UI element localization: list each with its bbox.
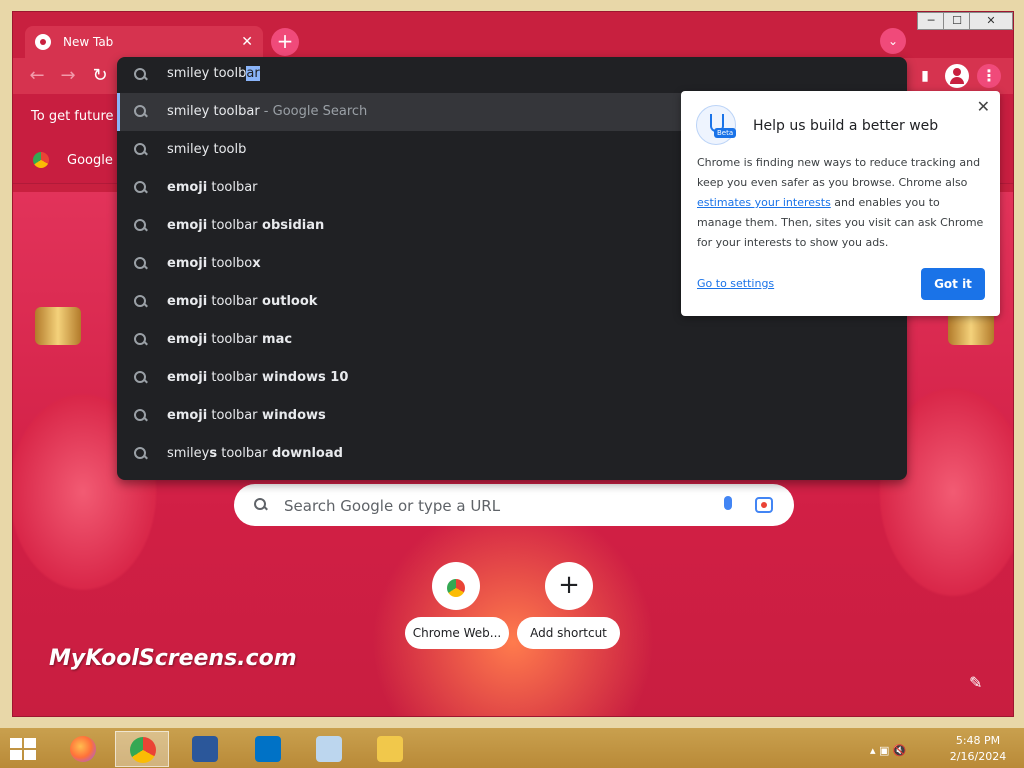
got-it-button[interactable]: Got it — [921, 268, 985, 300]
suggestion-item[interactable]: emoji toolbar mac — [117, 321, 907, 359]
shortcut-chrome-web-store[interactable] — [432, 562, 480, 610]
add-shortcut-button[interactable]: + — [545, 562, 593, 610]
search-icon — [134, 371, 148, 385]
forward-button[interactable]: → — [56, 64, 80, 88]
watermark: MyKoolScreens.com — [49, 646, 297, 671]
search-icon — [134, 181, 148, 195]
suggestion-item[interactable]: smileys toolbar download — [117, 435, 907, 473]
tray-expand-icon[interactable]: ▴ — [870, 744, 876, 757]
suggestion-item[interactable]: emoji toolbar windows — [117, 397, 907, 435]
close-icon[interactable]: ✕ — [977, 97, 990, 116]
popup-body: Chrome is finding new ways to reduce tra… — [697, 156, 984, 249]
tab-strip: New Tab ✕ + ⌄ ─ ☐ ✕ — [13, 12, 1013, 58]
chrome-icon — [35, 34, 51, 50]
menu-button[interactable]: ⋮ — [977, 64, 1001, 88]
side-panel-icon[interactable]: ▮ — [913, 64, 937, 88]
search-icon — [134, 333, 148, 347]
tab-close-icon[interactable]: ✕ — [241, 34, 253, 50]
camera-lens-icon[interactable] — [755, 497, 773, 513]
ornament-left — [35, 307, 81, 345]
customize-pencil-icon[interactable]: ✎ — [969, 673, 982, 692]
word-icon[interactable] — [178, 731, 232, 767]
beta-tag: Beta — [714, 128, 737, 138]
microphone-icon[interactable] — [724, 496, 732, 510]
search-icon — [134, 219, 148, 233]
clock[interactable]: 5:48 PM 2/16/2024 — [940, 733, 1016, 765]
clock-time: 5:48 PM — [955, 734, 1001, 747]
ntp-search-box[interactable]: Search Google or type a URL — [234, 484, 794, 526]
search-icon — [134, 68, 148, 82]
bookmark-item[interactable]: Google C — [33, 152, 126, 168]
tab-title: New Tab — [63, 35, 114, 49]
new-tab-button[interactable]: + — [271, 28, 299, 56]
tab-new-tab[interactable]: New Tab ✕ — [25, 26, 263, 58]
search-icon — [134, 105, 148, 119]
privacy-popup: ✕ Beta Help us build a better web Chrome… — [681, 91, 1000, 316]
file-explorer-icon[interactable] — [363, 731, 417, 767]
search-placeholder: Search Google or type a URL — [284, 497, 501, 515]
beta-flask-icon: Beta — [696, 105, 737, 145]
reload-button[interactable]: ↻ — [88, 64, 112, 88]
outlook-icon[interactable] — [241, 731, 295, 767]
estimates-link[interactable]: estimates your interests — [697, 196, 831, 209]
search-icon — [134, 447, 148, 461]
photo-viewer-icon[interactable] — [302, 731, 356, 767]
search-icon — [134, 257, 148, 271]
omnibox-input[interactable]: smiley toolbar — [117, 57, 907, 93]
tray-icons[interactable]: ▴ ▣ 🔇 — [870, 744, 907, 757]
shortcut-label[interactable]: Chrome Web... — [405, 617, 509, 649]
tab-search-button[interactable]: ⌄ — [880, 28, 906, 54]
clock-date: 2/16/2024 — [949, 750, 1007, 763]
chrome-icon[interactable] — [115, 731, 169, 767]
google-icon — [33, 152, 49, 168]
chrome-web-store-icon — [447, 579, 465, 597]
close-window-button[interactable]: ✕ — [969, 12, 1013, 30]
omnibox-text: smiley toolbar — [167, 66, 260, 81]
minimize-button[interactable]: ─ — [917, 12, 945, 30]
search-icon — [134, 409, 148, 423]
search-icon — [254, 498, 268, 512]
maximize-button[interactable]: ☐ — [943, 12, 971, 30]
firefox-icon[interactable] — [56, 731, 110, 767]
back-button[interactable]: ← — [25, 64, 49, 88]
add-shortcut-label[interactable]: Add shortcut — [517, 617, 620, 649]
go-to-settings-link[interactable]: Go to settings — [697, 277, 774, 290]
windows-start-icon[interactable] — [10, 738, 38, 760]
search-icon — [134, 143, 148, 157]
popup-title: Help us build a better web — [753, 118, 939, 134]
infobar-text: To get future G — [31, 109, 128, 124]
profile-icon[interactable] — [945, 64, 969, 88]
suggestion-item[interactable]: emoji toolbar windows 10 — [117, 359, 907, 397]
search-icon — [134, 295, 148, 309]
